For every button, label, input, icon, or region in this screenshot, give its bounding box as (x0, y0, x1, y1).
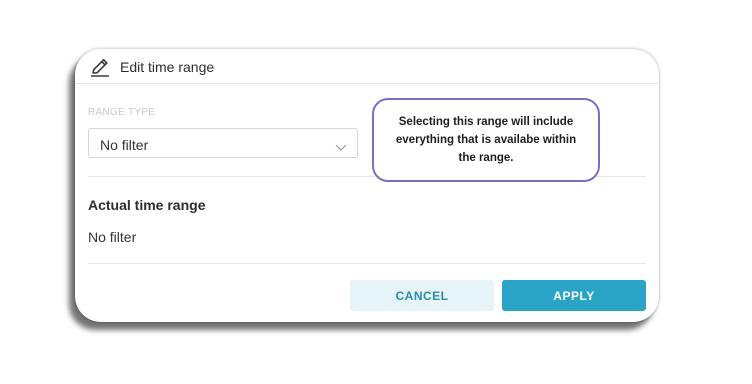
apply-button[interactable]: APPLY (502, 280, 646, 311)
pencil-icon (89, 56, 111, 78)
info-callout: Selecting this range will include everyt… (372, 98, 600, 182)
chevron-down-icon[interactable] (335, 139, 347, 151)
actual-time-range-title: Actual time range (88, 197, 206, 213)
edit-time-range-dialog: Edit time range RANGE TYPE No filter Act… (75, 49, 659, 322)
screen: Edit time range RANGE TYPE No filter Act… (0, 0, 752, 384)
range-type-label: RANGE TYPE (88, 107, 156, 118)
dialog-header: Edit time range (75, 49, 659, 84)
dialog-title: Edit time range (120, 59, 215, 75)
range-type-select[interactable]: No filter (88, 128, 358, 158)
actual-time-range-value: No filter (88, 229, 137, 245)
info-callout-text: Selecting this range will include everyt… (395, 116, 577, 164)
cancel-button[interactable]: CANCEL (350, 280, 494, 311)
divider (88, 263, 646, 264)
range-type-selected-value: No filter (100, 137, 149, 153)
